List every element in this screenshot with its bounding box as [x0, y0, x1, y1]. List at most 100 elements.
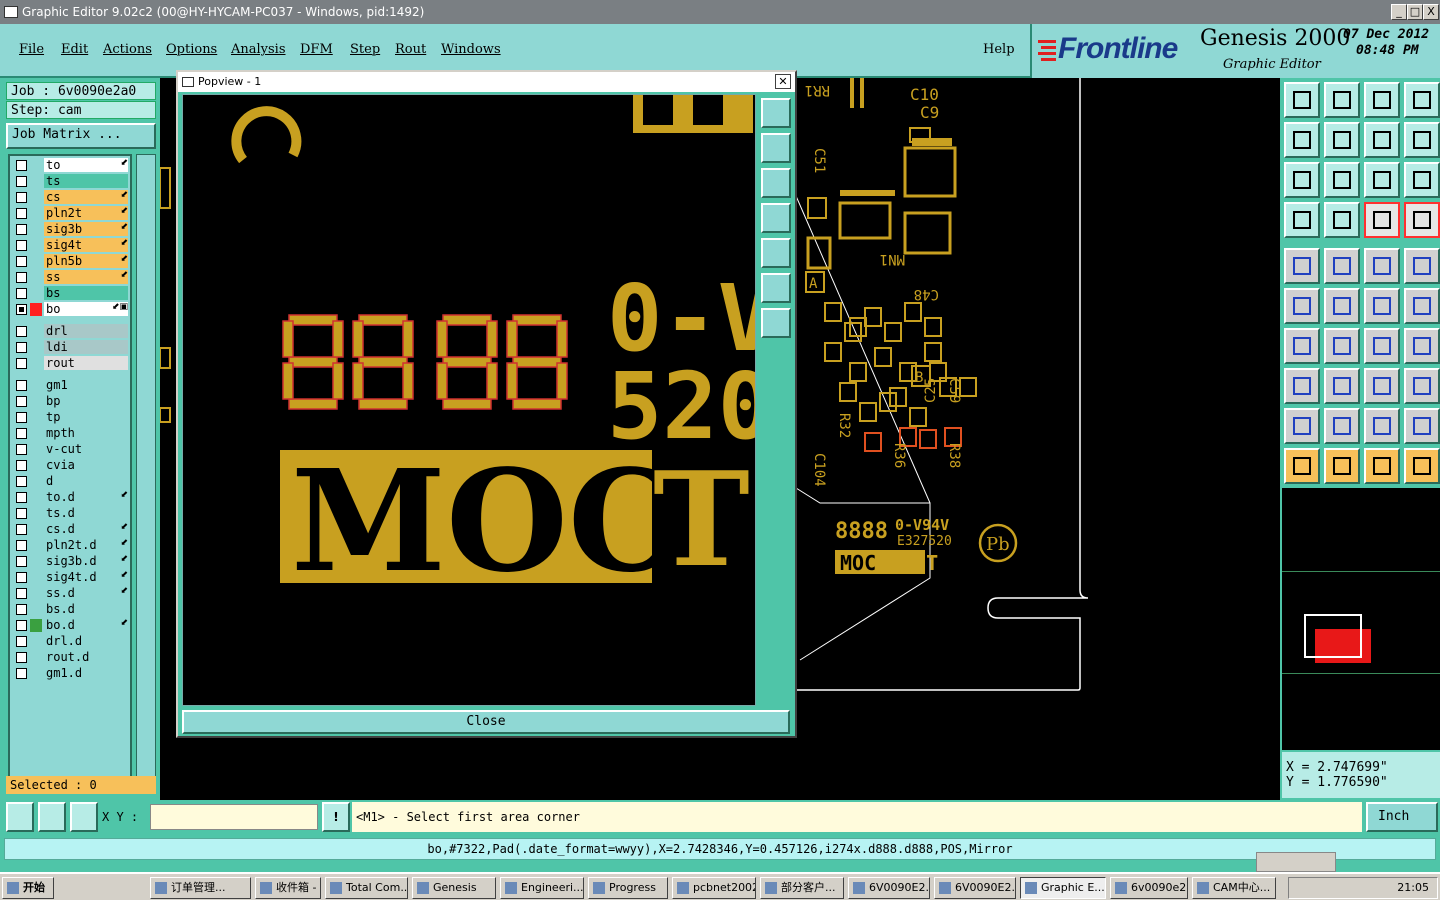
- taskbar-task[interactable]: 6v0090e2...: [1110, 877, 1188, 899]
- taskbar-task[interactable]: 订单管理...: [150, 877, 251, 899]
- xy-input[interactable]: [150, 804, 318, 830]
- layer-row-sig4t[interactable]: sig4t ⬋: [12, 238, 130, 253]
- layer-row-drl-d[interactable]: drl.d: [12, 634, 130, 649]
- overview-map[interactable]: [1282, 488, 1440, 750]
- taskbar-task[interactable]: Genesis: [412, 877, 496, 899]
- layer-compare-2-button[interactable]: [1404, 202, 1440, 238]
- layer-row-sig3b[interactable]: sig3b ⬋: [12, 222, 130, 237]
- layer-checkbox[interactable]: [16, 636, 27, 647]
- menu-rout[interactable]: Rout: [395, 42, 426, 57]
- delete-button[interactable]: [1324, 288, 1360, 324]
- layer-checkbox[interactable]: [16, 396, 27, 407]
- move-button[interactable]: [1364, 288, 1400, 324]
- snap-button[interactable]: [6, 802, 34, 832]
- measure-button[interactable]: [1324, 248, 1360, 284]
- layer-row-ts-d[interactable]: ts.d: [12, 506, 130, 521]
- angle-4-button[interactable]: [1404, 408, 1440, 444]
- layer-row-bo[interactable]: bo ⬋▣: [12, 302, 130, 317]
- split-view-button[interactable]: [1404, 82, 1440, 118]
- pan-right-button[interactable]: [1324, 122, 1360, 158]
- minimize-button[interactable]: _: [1391, 4, 1407, 20]
- pad-button[interactable]: [1404, 248, 1440, 284]
- popview-pan-down-button[interactable]: [761, 168, 791, 198]
- layer-row-pln5b[interactable]: pln5b ⬋: [12, 254, 130, 269]
- feature-add-button[interactable]: [1284, 248, 1320, 284]
- layer-row-bs[interactable]: bs: [12, 286, 130, 301]
- layer-scrollbar[interactable]: [136, 154, 156, 784]
- snap-button[interactable]: [1404, 122, 1440, 158]
- taskbar-task[interactable]: CAM中心...: [1192, 877, 1276, 899]
- route-button[interactable]: [1404, 448, 1440, 484]
- layer-row-gm1[interactable]: gm1: [12, 378, 130, 393]
- menu-analysis[interactable]: Analysis: [231, 42, 286, 57]
- layer-row-cs[interactable]: cs ⬋: [12, 190, 130, 205]
- menu-options[interactable]: Options: [166, 42, 217, 57]
- popview-pan-up-button[interactable]: [761, 133, 791, 163]
- line-draw-button[interactable]: [1324, 328, 1360, 364]
- layer-checkbox[interactable]: [16, 508, 27, 519]
- popview-zoom-out-button[interactable]: [761, 308, 791, 338]
- layer-checkbox[interactable]: [16, 272, 27, 283]
- layer-checkbox[interactable]: [16, 192, 27, 203]
- popview-close-icon[interactable]: ✕: [775, 74, 791, 89]
- layer-row-ss[interactable]: ss ⬋: [12, 270, 130, 285]
- layer-checkbox[interactable]: [16, 256, 27, 267]
- job-matrix-button[interactable]: Job Matrix ...: [6, 123, 156, 149]
- layer-checkbox[interactable]: [16, 412, 27, 423]
- layer-checkbox[interactable]: [16, 604, 27, 615]
- arc-button[interactable]: [1364, 328, 1400, 364]
- layer-checkbox[interactable]: [16, 240, 27, 251]
- layer-checkbox[interactable]: [16, 380, 27, 391]
- layer-row-rout-d[interactable]: rout.d: [12, 650, 130, 665]
- redo-view-button[interactable]: [1364, 122, 1400, 158]
- taskbar-task[interactable]: 收件箱 - ...: [255, 877, 321, 899]
- popview-close-button[interactable]: Close: [182, 710, 790, 734]
- layer-row-ss-d[interactable]: ss.d ⬋: [12, 586, 130, 601]
- resize-button[interactable]: [1364, 368, 1400, 404]
- popview-zoom-in-button[interactable]: [761, 273, 791, 303]
- connect-button[interactable]: [1284, 288, 1320, 324]
- measure-button[interactable]: [38, 802, 66, 832]
- line-split-button[interactable]: [1324, 368, 1360, 404]
- center-button[interactable]: [1324, 162, 1360, 198]
- layer-checkbox[interactable]: [16, 224, 27, 235]
- menu-windows[interactable]: Windows: [441, 42, 501, 57]
- layer-checkbox[interactable]: [16, 444, 27, 455]
- layer-checkbox[interactable]: [16, 428, 27, 439]
- grid-button[interactable]: [1324, 202, 1360, 238]
- taskbar-task[interactable]: Progress: [588, 877, 668, 899]
- taskbar-task[interactable]: Total Com...: [325, 877, 408, 899]
- layer-row-v-cut[interactable]: v-cut: [12, 442, 130, 457]
- home-button[interactable]: [1364, 82, 1400, 118]
- line-edit-button[interactable]: [1284, 328, 1320, 364]
- layer-checkbox[interactable]: [16, 540, 27, 551]
- overview-viewport[interactable]: [1304, 614, 1362, 658]
- layer-compare-button[interactable]: [1364, 202, 1400, 238]
- layer-checkbox[interactable]: [16, 476, 27, 487]
- popview-canvas[interactable]: 0-V 520 MOC T: [182, 94, 756, 706]
- layer-row-ts[interactable]: ts: [12, 174, 130, 189]
- ruler-button[interactable]: [1364, 248, 1400, 284]
- popview-pan-right-button[interactable]: [761, 238, 791, 268]
- layer-row-sig3b-d[interactable]: sig3b.d ⬋: [12, 554, 130, 569]
- layer-checkbox[interactable]: [16, 588, 27, 599]
- layer-checkbox[interactable]: [16, 208, 27, 219]
- layer-row-cs-d[interactable]: cs.d ⬋: [12, 522, 130, 537]
- layer-checkbox[interactable]: [16, 556, 27, 567]
- layer-checkbox[interactable]: [16, 492, 27, 503]
- clear-button[interactable]: [1284, 202, 1320, 238]
- layer-checkbox[interactable]: [16, 460, 27, 471]
- layer-checkbox[interactable]: [16, 668, 27, 679]
- layer-checkbox[interactable]: [16, 620, 27, 631]
- taskbar-task[interactable]: Graphic E...: [1020, 877, 1106, 899]
- layer-row-bp[interactable]: bp: [12, 394, 130, 409]
- menu-step[interactable]: Step: [350, 42, 380, 57]
- taskbar-task[interactable]: Engineeri...: [500, 877, 584, 899]
- layer-row-gm1-d[interactable]: gm1.d: [12, 666, 130, 681]
- layer-row-d[interactable]: d: [12, 474, 130, 489]
- close-window-button[interactable]: X: [1423, 4, 1439, 20]
- zoom-back-button[interactable]: [1324, 82, 1360, 118]
- layer-checkbox[interactable]: [16, 304, 27, 315]
- units-select[interactable]: Inch: [1366, 802, 1438, 832]
- angle-3-button[interactable]: [1364, 408, 1400, 444]
